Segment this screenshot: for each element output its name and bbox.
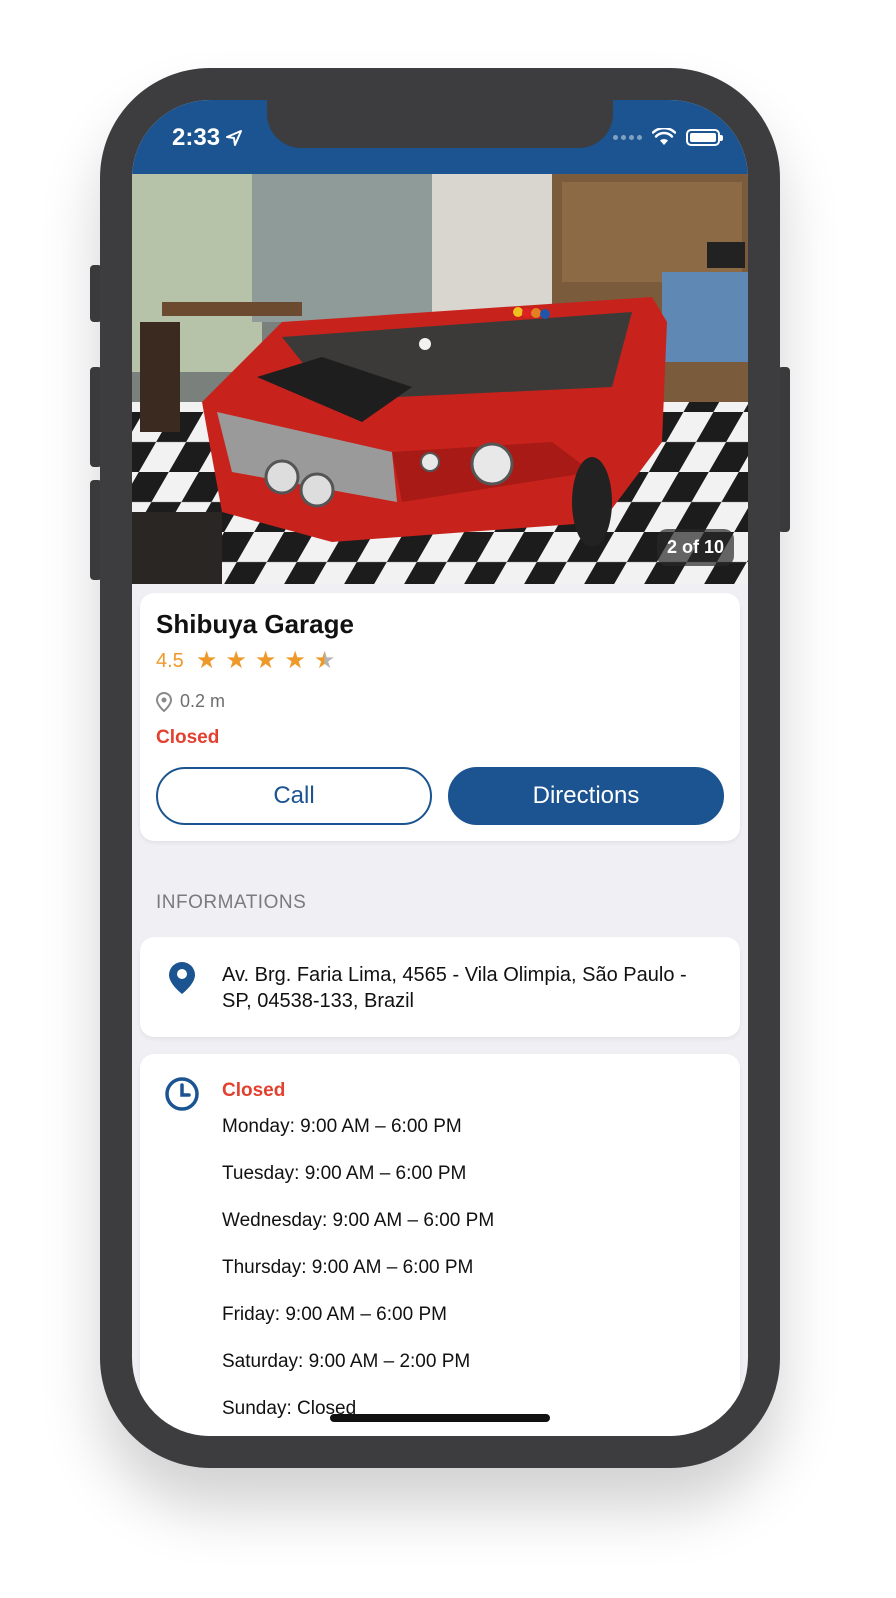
- time-label: 2:33: [172, 124, 221, 151]
- star-icon: ★: [195, 647, 218, 674]
- call-button[interactable]: Call: [156, 767, 432, 825]
- status-bar: 2:33: [132, 100, 748, 174]
- location-pin-icon: [169, 962, 195, 994]
- star-icon: ★: [284, 647, 306, 674]
- open-status: Closed: [156, 727, 220, 748]
- hours-item-monday: Monday: 9:00 AM – 6:00 PM: [222, 1116, 462, 1137]
- address-text: Av. Brg. Faria Lima, 4565 - Vila Olimpia…: [222, 964, 687, 1012]
- place-name: Shibuya Garage: [156, 609, 354, 639]
- hours-list: Monday: 9:00 AM – 6:00 PM Tuesday: 9:00 …: [222, 1116, 494, 1436]
- hours-item-thursday: Thursday: 9:00 AM – 6:00 PM: [222, 1257, 474, 1278]
- map-pin-icon: [156, 691, 172, 712]
- rating-row: 4.5 ★ ★ ★ ★ ★: [156, 649, 335, 673]
- hours-status: Closed: [222, 1080, 286, 1101]
- hours-item-friday: Friday: 9:00 AM – 6:00 PM: [222, 1304, 447, 1325]
- directions-button[interactable]: Directions: [448, 767, 724, 825]
- photo-counter: 2 of 10: [656, 529, 734, 566]
- battery-icon: [686, 128, 723, 146]
- wifi-icon: [652, 128, 676, 145]
- screen: 2 of 10 2:33 Shibuya Garage 4.5 ★ ★ ★ ★ …: [132, 100, 748, 1436]
- distance-label: 0.2 m: [180, 691, 226, 711]
- hours-item-saturday: Saturday: 9:00 AM – 2:00 PM: [222, 1351, 471, 1372]
- status-icons: [613, 128, 723, 146]
- distance-row: 0.2 m: [156, 691, 225, 712]
- place-photo[interactable]: 2 of 10: [132, 172, 748, 584]
- home-indicator[interactable]: [330, 1414, 550, 1422]
- half-star-icon: ★: [313, 647, 336, 674]
- clock-icon: [165, 1077, 199, 1111]
- hours-card: Closed Monday: 9:00 AM – 6:00 PM Tuesday…: [140, 1054, 740, 1436]
- place-summary-card: Shibuya Garage 4.5 ★ ★ ★ ★ ★ 0.2 m Close…: [140, 593, 740, 841]
- location-arrow-icon: [226, 130, 243, 146]
- section-title: INFORMATIONS: [156, 892, 307, 913]
- hours-item-tuesday: Tuesday: 9:00 AM – 6:00 PM: [222, 1163, 467, 1184]
- rating-value: 4.5: [156, 649, 184, 672]
- notch: [267, 100, 613, 148]
- photo-illustration: [132, 172, 748, 584]
- star-icon: ★: [225, 647, 247, 674]
- star-icon: ★: [254, 647, 277, 674]
- signal-icon: [613, 134, 642, 140]
- hours-item-wednesday: Wednesday: 9:00 AM – 6:00 PM: [222, 1210, 495, 1231]
- status-time: 2:33: [172, 124, 243, 152]
- address-card[interactable]: Av. Brg. Faria Lima, 4565 - Vila Olimpia…: [140, 937, 740, 1037]
